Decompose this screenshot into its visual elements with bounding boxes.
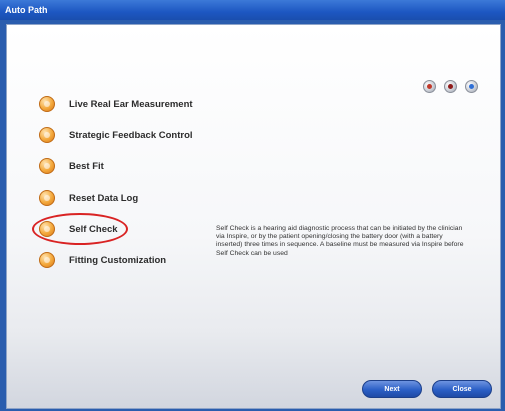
menu-item-self-check[interactable]: Self Check (32, 213, 128, 245)
next-button[interactable]: Next (362, 380, 422, 398)
menu-item-reset-data-log[interactable]: Reset Data Log (39, 190, 138, 206)
customization-icon (39, 252, 55, 268)
record-icon[interactable] (444, 80, 457, 93)
menu-item-label: Best Fit (69, 160, 104, 172)
info-icon[interactable] (465, 80, 478, 93)
menu-item-label: Fitting Customization (69, 254, 167, 266)
close-button[interactable]: Close (432, 380, 492, 398)
menu-item-best-fit[interactable]: Best Fit (39, 158, 104, 174)
menu-item-live-real-ear-measurement[interactable]: Live Real Ear Measurement (39, 96, 193, 112)
dialog-buttons: Next Close (362, 380, 492, 398)
menu-item-label: Live Real Ear Measurement (69, 98, 193, 110)
best-fit-icon (39, 158, 55, 174)
window-title: Auto Path (0, 0, 505, 20)
settings-icon[interactable] (423, 80, 436, 93)
menu-item-label: Reset Data Log (69, 192, 139, 204)
menu-item-label: Strategic Feedback Control (69, 129, 193, 141)
auto-path-window: Auto Path Live Real Ear Measurement Stra… (0, 0, 505, 411)
ear-icon (39, 96, 55, 112)
content-panel: Live Real Ear Measurement Strategic Feed… (6, 24, 501, 409)
menu-item-fitting-customization[interactable]: Fitting Customization (39, 252, 166, 268)
self-check-description: Self Check is a hearing aid diagnostic p… (216, 225, 464, 257)
menu-item-strategic-feedback-control[interactable]: Strategic Feedback Control (39, 127, 193, 143)
self-check-icon (39, 221, 55, 237)
reset-icon (39, 190, 55, 206)
top-icon-bar (423, 80, 478, 93)
feedback-icon (39, 127, 55, 143)
